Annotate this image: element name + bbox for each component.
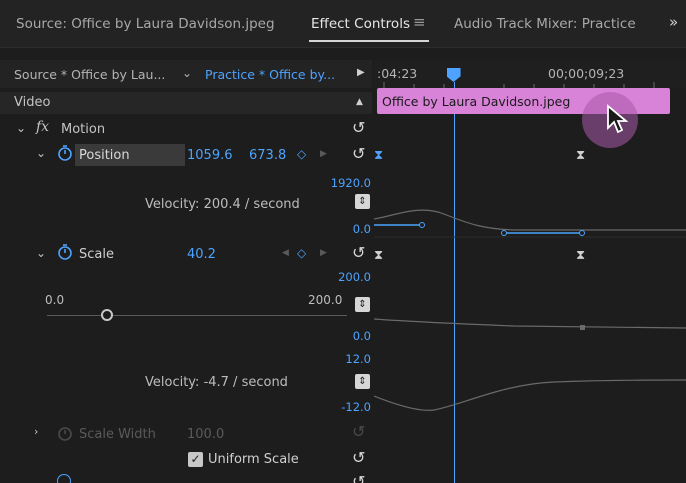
position-graph-max: 1920.0	[330, 176, 371, 190]
reset-scale-width-icon: ↺	[352, 422, 366, 441]
ruler-ticks	[383, 82, 655, 88]
collapse-up-icon[interactable]: ▲	[356, 97, 363, 107]
scale-width-stopwatch-icon	[58, 427, 72, 441]
scale-value[interactable]: 40.2	[187, 247, 216, 262]
scale-add-keyframe-icon[interactable]: ◇	[297, 246, 306, 260]
svg-text:⧗: ⧗	[374, 148, 383, 163]
scale-slider-thumb[interactable]	[101, 309, 114, 321]
position-velocity: Velocity: 200.4 / second	[145, 197, 300, 212]
source-clip-selector[interactable]: Source * Office by Lau...	[14, 67, 165, 82]
scale-width-expand-icon[interactable]: ›	[34, 425, 38, 438]
fx-icon[interactable]: fx	[36, 119, 49, 135]
play-only-clip-icon[interactable]: ▶	[357, 67, 365, 78]
scale-range-max: 200.0	[338, 270, 371, 284]
velocity-graph-scale-icon[interactable]: ⇕	[355, 374, 370, 389]
scale-velocity-min: -12.0	[341, 400, 371, 414]
reset-scale-icon[interactable]: ↺	[352, 243, 365, 262]
scale-width-label: Scale Width	[79, 427, 156, 442]
video-section-label: Video	[14, 95, 51, 110]
add-keyframe-icon[interactable]: ◇	[297, 147, 306, 161]
rotation-stopwatch-icon[interactable]	[57, 474, 71, 483]
motion-label: Motion	[61, 122, 106, 137]
stopwatch-icon[interactable]	[57, 144, 73, 161]
scale-width-value: 100.0	[187, 427, 225, 442]
clip-name: Office by Laura Davidson.jpeg	[382, 94, 571, 109]
slider-max-label: 200.0	[308, 293, 343, 307]
position-label: Position	[79, 148, 130, 163]
reset-uniform-icon[interactable]: ↺	[352, 448, 365, 467]
graph-scale-icon[interactable]: ⇕	[355, 194, 370, 209]
tab-source[interactable]: Source: Office by Laura Davidson.jpeg	[16, 16, 275, 32]
rotation-reset-icon[interactable]: ↺	[352, 472, 365, 483]
svg-text:⧗: ⧗	[576, 148, 585, 163]
position-graph-min: 0.0	[352, 222, 371, 236]
svg-text:⧗: ⧗	[576, 248, 585, 263]
next-keyframe-icon[interactable]: ▶	[320, 149, 327, 159]
video-section-header	[0, 92, 372, 114]
slider-min-label: 0.0	[45, 293, 65, 307]
tab-effect-controls[interactable]: Effect Controls	[311, 16, 410, 32]
scale-slider-track[interactable]	[47, 315, 347, 316]
scale-value-min: 0.0	[352, 329, 371, 343]
position-expand-icon[interactable]: ⌄	[36, 146, 46, 160]
scale-stopwatch-icon[interactable]	[57, 243, 73, 260]
tab-audio-track-mixer[interactable]: Audio Track Mixer: Practice	[454, 16, 636, 32]
scale-expand-icon[interactable]: ⌄	[36, 246, 46, 260]
keyframe-graphs[interactable]: ⧗ ⧗ ⧗ ⧗	[374, 114, 686, 483]
motion-expand-icon[interactable]: ⌄	[16, 121, 26, 135]
reset-motion-icon[interactable]: ↺	[352, 118, 365, 137]
uniform-scale-label: Uniform Scale	[208, 452, 299, 467]
position-y-value[interactable]: 673.8	[249, 148, 289, 163]
active-tab-underline	[309, 40, 429, 42]
chevron-down-icon[interactable]: ⌄	[182, 66, 192, 80]
svg-text:⧗: ⧗	[374, 248, 383, 263]
scale-next-keyframe-icon[interactable]: ▶	[320, 248, 327, 258]
scale-graph-scale-icon[interactable]: ⇕	[355, 297, 370, 312]
scale-velocity-max: 12.0	[345, 352, 371, 366]
overflow-icon[interactable]: »	[669, 13, 678, 31]
sequence-clip-selector[interactable]: Practice * Office by...	[205, 67, 335, 82]
position-x-value[interactable]: 1059.6	[187, 148, 233, 163]
scale-velocity: Velocity: -4.7 / second	[145, 375, 288, 390]
uniform-scale-checkbox[interactable]: ✓	[188, 452, 203, 467]
panel-menu-icon[interactable]: ≡	[413, 13, 426, 31]
reset-position-icon[interactable]: ↺	[352, 144, 365, 163]
scale-label: Scale	[79, 247, 114, 262]
prev-keyframe-icon[interactable]: ◀	[282, 248, 289, 258]
